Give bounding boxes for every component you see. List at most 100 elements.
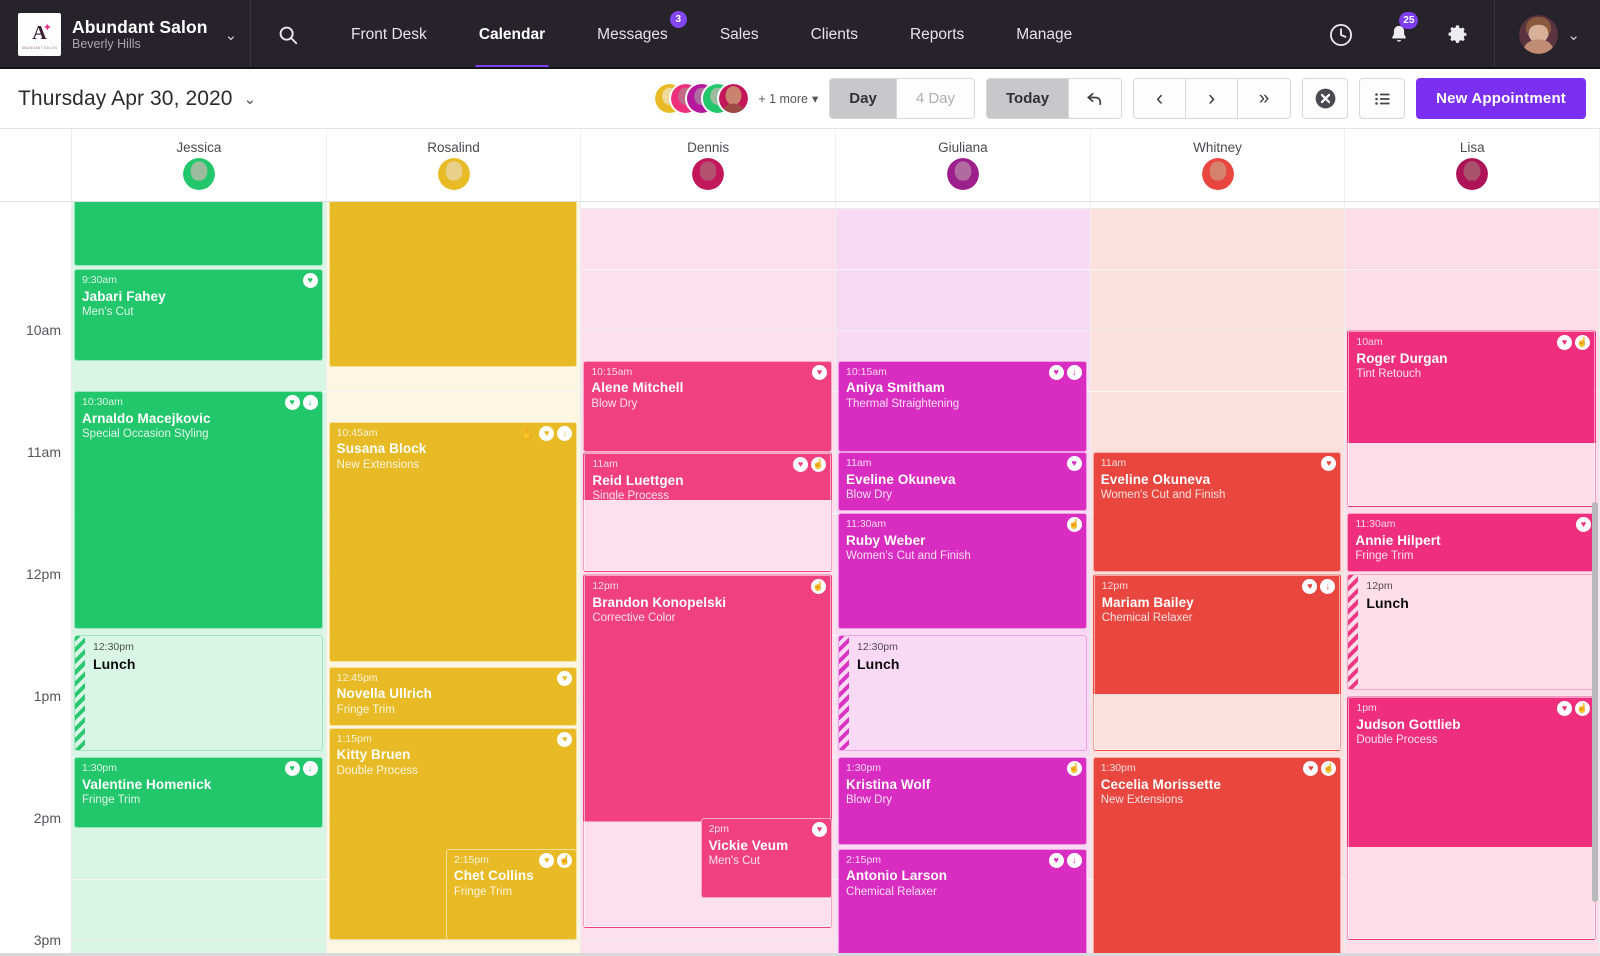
staff-header-rosalind[interactable]: Rosalind bbox=[327, 129, 582, 201]
view-day-button[interactable]: Day bbox=[830, 79, 897, 118]
thumb-icon[interactable]: ☝ bbox=[1066, 761, 1082, 777]
info-icon[interactable]: ↓ bbox=[1066, 852, 1082, 868]
heart-icon[interactable]: ♥ bbox=[1302, 579, 1318, 595]
thumb-icon[interactable]: ☝ bbox=[1575, 335, 1591, 351]
appointment-card[interactable]: 11am Reid Luettgen Single Process ♥ ☝ bbox=[583, 452, 833, 572]
heart-icon[interactable]: ♥ bbox=[284, 395, 300, 411]
lunch-block[interactable]: 12:30pm Lunch bbox=[838, 635, 1087, 752]
skip-forward-button[interactable]: » bbox=[1238, 79, 1291, 118]
clock-icon[interactable] bbox=[1312, 0, 1370, 69]
chevron-down-icon[interactable]: ⌄ bbox=[1567, 26, 1580, 44]
new-appointment-button[interactable]: New Appointment bbox=[1416, 78, 1586, 119]
more-staff-chevron-down-icon[interactable]: ▾ bbox=[812, 91, 818, 106]
heart-icon[interactable]: ♥ bbox=[1321, 456, 1337, 472]
info-icon[interactable]: ↓ bbox=[302, 761, 318, 777]
thumb-icon[interactable]: ☝ bbox=[811, 457, 827, 473]
thumb-icon[interactable]: ☝ bbox=[557, 852, 573, 868]
heart-icon[interactable]: ♥ bbox=[284, 761, 300, 777]
nav-item-calendar[interactable]: Calendar bbox=[453, 0, 571, 69]
heart-icon[interactable]: ♥ bbox=[1557, 701, 1573, 717]
appointment-card[interactable]: 10:15am Aniya Smitham Thermal Straightenin… bbox=[838, 360, 1087, 453]
user-menu[interactable]: ⌄ bbox=[1494, 0, 1600, 69]
appointment-card[interactable] bbox=[74, 202, 323, 266]
appointment-card[interactable]: 10:30am Arnaldo Macejkovic Special Occasio… bbox=[74, 391, 323, 630]
appointment-card[interactable]: 9:30am Jabari Fahey Men's Cut ♥ bbox=[74, 269, 323, 361]
staff-header-whitney[interactable]: Whitney bbox=[1091, 129, 1346, 201]
staff-header-dennis[interactable]: Dennis bbox=[581, 129, 837, 201]
heart-icon[interactable]: ♥ bbox=[1557, 335, 1573, 351]
thumb-icon[interactable]: ☝ bbox=[1575, 701, 1591, 717]
heart-icon[interactable]: ♥ bbox=[812, 364, 828, 380]
staff-header-lisa[interactable]: Lisa bbox=[1345, 129, 1600, 201]
heart-icon[interactable]: ♥ bbox=[1303, 761, 1319, 777]
column-lisa[interactable]: 10am Roger Durgan Tint Retouch ♥ ☝ 11:30am Ann… bbox=[1345, 202, 1600, 956]
info-icon[interactable]: ↓ bbox=[557, 425, 573, 441]
nav-item-front-desk[interactable]: Front Desk bbox=[325, 0, 453, 69]
appointment-card[interactable]: 11:30am Ruby Weber Women's Cut and Finish ☝ bbox=[838, 513, 1087, 630]
appointment-card[interactable]: 2:15pm Chet Collins Fringe Trim ♥ ☝ bbox=[445, 848, 578, 941]
nav-item-manage[interactable]: Manage bbox=[990, 0, 1098, 69]
chevron-down-icon[interactable]: ⌄ bbox=[225, 26, 238, 44]
appointment-card[interactable]: 1:30pm Valentine Homenick Fringe Trim ♥ ↓ bbox=[74, 757, 323, 829]
appointment-card[interactable]: 1pm Judson Gottlieb Double Process ♥ ☝ bbox=[1347, 696, 1597, 941]
appointment-card[interactable]: 10am Roger Durgan Tint Retouch ♥ ☝ bbox=[1347, 330, 1597, 508]
nav-item-reports[interactable]: Reports bbox=[884, 0, 990, 69]
vertical-scrollbar[interactable] bbox=[1592, 502, 1598, 902]
appointment-card[interactable]: 2pm Vickie Veum Men's Cut ♥ bbox=[700, 818, 833, 898]
appointment-card[interactable]: 2:15pm Antonio Larson Chemical Relaxer ♥ ↓ bbox=[838, 848, 1087, 956]
staff-header-giuliana[interactable]: Giuliana bbox=[836, 129, 1091, 201]
appointment-card[interactable]: 11am Eveline Okuneva Blow Dry ♥ bbox=[838, 452, 1087, 511]
date-picker-chevron-down-icon[interactable]: ⌄ bbox=[244, 90, 257, 108]
nav-item-messages[interactable]: Messages 3 bbox=[571, 0, 694, 69]
info-icon[interactable]: ↓ bbox=[1066, 364, 1082, 380]
heart-icon[interactable]: ♥ bbox=[539, 425, 555, 441]
thumb-icon[interactable]: ☝ bbox=[811, 579, 827, 595]
heart-icon[interactable]: ♥ bbox=[1066, 456, 1082, 472]
list-view-icon[interactable] bbox=[1359, 78, 1406, 119]
heart-icon[interactable]: ♥ bbox=[1576, 517, 1592, 533]
heart-icon[interactable]: ♥ bbox=[793, 457, 809, 473]
heart-icon[interactable]: ♥ bbox=[302, 273, 318, 289]
appointment-card[interactable]: 11am Eveline Okuneva Women's Cut and Finis… bbox=[1092, 452, 1342, 572]
appointment-card[interactable] bbox=[328, 202, 578, 368]
appointment-card[interactable]: 1:30pm Kristina Wolf Blow Dry ☝ bbox=[838, 757, 1087, 846]
nav-item-clients[interactable]: Clients bbox=[785, 0, 884, 69]
heart-icon[interactable]: ♥ bbox=[557, 732, 573, 748]
info-icon[interactable]: ↓ bbox=[302, 395, 318, 411]
lunch-block[interactable]: 12:30pm Lunch bbox=[74, 635, 323, 752]
next-day-button[interactable]: › bbox=[1186, 79, 1239, 118]
appointment-card[interactable]: 11:30am Annie Hilpert Fringe Trim ♥ bbox=[1347, 513, 1597, 572]
gear-icon[interactable] bbox=[1428, 0, 1486, 69]
heart-icon[interactable]: ♥ bbox=[812, 822, 828, 838]
search-icon[interactable] bbox=[251, 0, 325, 69]
info-icon[interactable]: ↓ bbox=[1320, 579, 1336, 595]
appointment-card[interactable]: 12:45pm Novella Ullrich Fringe Trim ♥ bbox=[328, 667, 578, 726]
heart-icon[interactable]: ♥ bbox=[539, 852, 555, 868]
column-jessica[interactable]: 9:30am Jabari Fahey Men's Cut ♥ 10:30am Arnal… bbox=[72, 202, 327, 956]
lunch-block[interactable]: 12pm Lunch bbox=[1347, 574, 1597, 691]
column-rosalind[interactable]: 10:45am Susana Block New Extensions ✋ ♥ ↓ 12:4… bbox=[326, 202, 582, 956]
heart-icon[interactable]: ♥ bbox=[1048, 852, 1064, 868]
appointment-card[interactable]: 10:45am Susana Block New Extensions ✋ ♥ ↓ bbox=[328, 421, 578, 663]
undo-arrow-icon[interactable] bbox=[1069, 79, 1122, 118]
appointment-card[interactable]: 12pm Mariam Bailey Chemical Relaxer ♥ ↓ bbox=[1092, 574, 1342, 752]
staff-filter-avatars[interactable]: + 1 more ▾ bbox=[653, 82, 818, 115]
staff-header-jessica[interactable]: Jessica bbox=[72, 129, 327, 201]
clear-circle-x-icon[interactable] bbox=[1302, 78, 1349, 119]
previous-day-button[interactable]: ‹ bbox=[1134, 79, 1187, 118]
today-button[interactable]: Today bbox=[987, 79, 1070, 118]
brand-switcher[interactable]: A ✦ ABUNDANT SALON Abundant Salon Beverl… bbox=[0, 0, 251, 69]
bell-icon[interactable]: 25 bbox=[1370, 0, 1428, 69]
column-giuliana[interactable]: 10:15am Aniya Smitham Thermal Straightenin… bbox=[836, 202, 1091, 956]
appointment-card[interactable]: 1:30pm Cecelia Morissette New Extensions ♥ ☝ bbox=[1092, 757, 1342, 956]
appointment-card[interactable]: 10:15am Alene Mitchell Blow Dry ♥ bbox=[583, 360, 833, 453]
thumb-icon[interactable]: ☝ bbox=[1066, 517, 1082, 533]
thumb-icon[interactable]: ☝ bbox=[1321, 761, 1337, 777]
column-dennis[interactable]: 10:15am Alene Mitchell Blow Dry ♥ 11am Reid L… bbox=[581, 202, 837, 956]
nav-item-sales[interactable]: Sales bbox=[694, 0, 785, 69]
view-4day-button[interactable]: 4 Day bbox=[896, 79, 974, 118]
heart-icon[interactable]: ♥ bbox=[1048, 364, 1064, 380]
calendar-grid[interactable]: 10am 11am 12pm 1pm 2pm 3pm 9:30am Jabari Fahey… bbox=[0, 202, 1600, 956]
heart-icon[interactable]: ♥ bbox=[557, 671, 573, 687]
column-whitney[interactable]: 11am Eveline Okuneva Women's Cut and Finis… bbox=[1090, 202, 1346, 956]
